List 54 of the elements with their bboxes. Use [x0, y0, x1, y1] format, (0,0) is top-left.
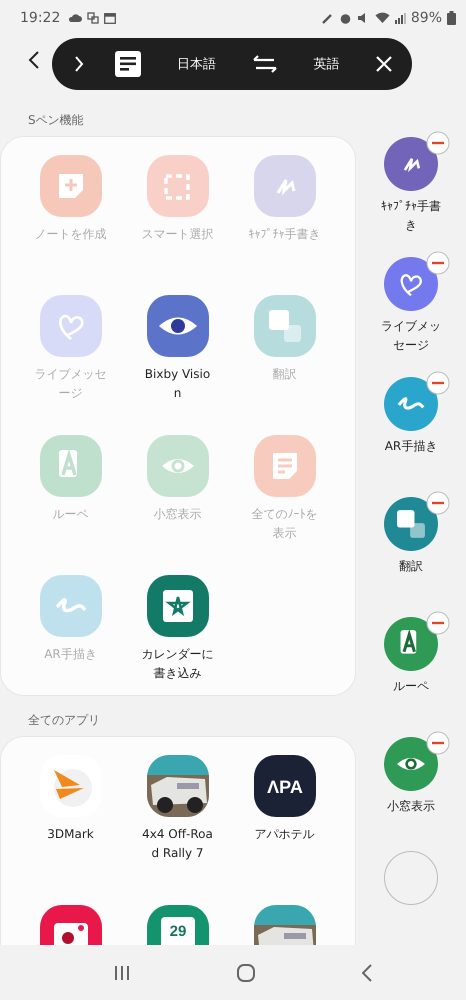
letter-a-icon[interactable]	[384, 617, 438, 671]
feature-label: 翻訳	[272, 366, 298, 383]
document-icon[interactable]	[114, 51, 141, 77]
empty-slot	[384, 851, 438, 905]
shortcut-label: AR手描き	[384, 438, 438, 455]
shortcut-label: ｷｬﾌﾟﾁｬ手書き	[380, 198, 442, 234]
signal-icon	[394, 12, 406, 24]
feature-label: ｷｬﾌﾟﾁｬ手書き	[248, 226, 320, 243]
feature-label: AR手描き	[43, 646, 98, 663]
eye-frame-icon[interactable]	[384, 737, 438, 791]
section-title: 全てのアプリ	[27, 712, 101, 729]
feature-label: 小窓表示	[152, 506, 202, 523]
target-language-button[interactable]: 英語	[307, 51, 346, 77]
remove-icon[interactable]	[426, 131, 450, 155]
swap-icon[interactable]	[252, 55, 277, 73]
app-label: アパホテル	[254, 826, 316, 843]
app-label: 4x4 Off-Road Rally 7	[142, 826, 214, 862]
calendar-icon	[104, 12, 116, 24]
battery-level: 89%	[410, 10, 442, 26]
remove-icon[interactable]	[426, 251, 450, 275]
shortcut-label: ルーペ	[392, 678, 430, 695]
shortcut-label: ライブメッセージ	[380, 318, 442, 354]
eye-icon[interactable]	[146, 295, 208, 357]
remove-icon[interactable]	[426, 611, 450, 635]
feature-label: Bixby Vision	[144, 366, 212, 402]
remove-icon[interactable]	[426, 371, 450, 395]
translate-icon[interactable]	[384, 497, 438, 551]
home-icon[interactable]	[236, 964, 255, 982]
feature-label: ノートを作成	[34, 226, 106, 243]
section-title: Sペン機能	[27, 112, 85, 129]
remove-icon[interactable]	[426, 491, 450, 515]
feature-label: ライブメッセージ	[34, 366, 106, 402]
calendar-icon[interactable]: 29	[146, 905, 208, 945]
feature-label: カレンダーに書き込み	[142, 646, 214, 682]
pen-icon	[320, 12, 334, 24]
battery-icon	[447, 11, 456, 25]
shortcut-label: 翻訳	[398, 558, 424, 575]
feature-label: スマート選択	[142, 226, 214, 243]
app-label: 3DMark	[46, 826, 95, 843]
recents-icon[interactable]	[114, 965, 130, 981]
close-icon[interactable]	[376, 56, 392, 72]
wifi-icon	[374, 12, 390, 24]
scribble-icon[interactable]	[384, 377, 438, 431]
shortcut-label: 小窓表示	[386, 798, 436, 815]
hotel-logo-icon[interactable]: ΛPA	[254, 755, 316, 817]
cloud-icon	[68, 13, 82, 23]
notification-icon	[87, 12, 100, 24]
chevron-right-icon[interactable]	[74, 55, 84, 73]
feature-label: 全てのﾉｰﾄを表示	[250, 506, 318, 542]
status-time: 19:22	[20, 10, 60, 26]
remove-icon[interactable]	[426, 731, 450, 755]
feature-label: ルーペ	[52, 506, 90, 523]
back-icon[interactable]	[28, 50, 40, 70]
source-language-button[interactable]: 日本語	[171, 51, 222, 77]
